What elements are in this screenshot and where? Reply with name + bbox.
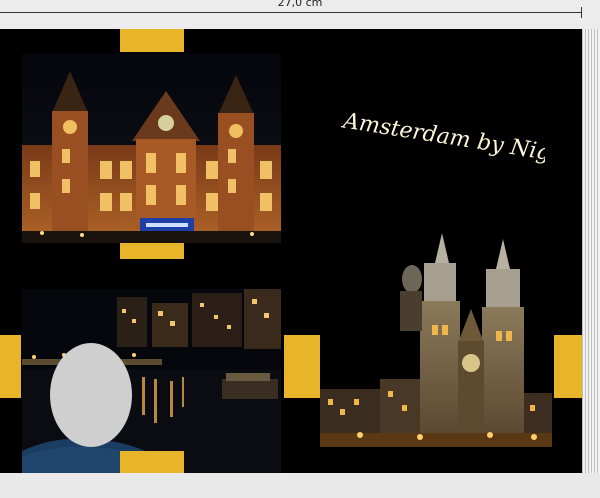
photo-bottom-handle[interactable]	[120, 451, 184, 473]
photo-center-handle[interactable]	[284, 335, 320, 398]
st-nicholas-image	[320, 213, 552, 447]
album-title[interactable]: Amsterdam by Night	[335, 104, 576, 194]
central-station-image	[22, 53, 281, 243]
photo-left-handle[interactable]	[0, 335, 21, 398]
ruler-line	[0, 12, 582, 13]
svg-text:Amsterdam by Night: Amsterdam by Night	[340, 108, 545, 169]
ruler-width-label: 27,0 cm	[277, 0, 323, 9]
bottom-toolbar-area	[0, 473, 600, 498]
page-stack-edge	[582, 29, 600, 473]
width-ruler: 27,0 cm	[0, 0, 600, 18]
photo-st-nicholas-church[interactable]	[320, 213, 552, 447]
photobook-spread: Amsterdam by Night	[0, 29, 600, 479]
photo-right-handle[interactable]	[554, 335, 582, 398]
album-page[interactable]: Amsterdam by Night	[0, 29, 582, 479]
photo-central-station[interactable]	[22, 53, 281, 243]
photo-top-handle[interactable]	[120, 29, 184, 52]
photo-middle-handle[interactable]	[120, 243, 184, 259]
album-title-text: Amsterdam by Night	[340, 108, 576, 169]
face-placeholder-icon	[50, 343, 132, 447]
